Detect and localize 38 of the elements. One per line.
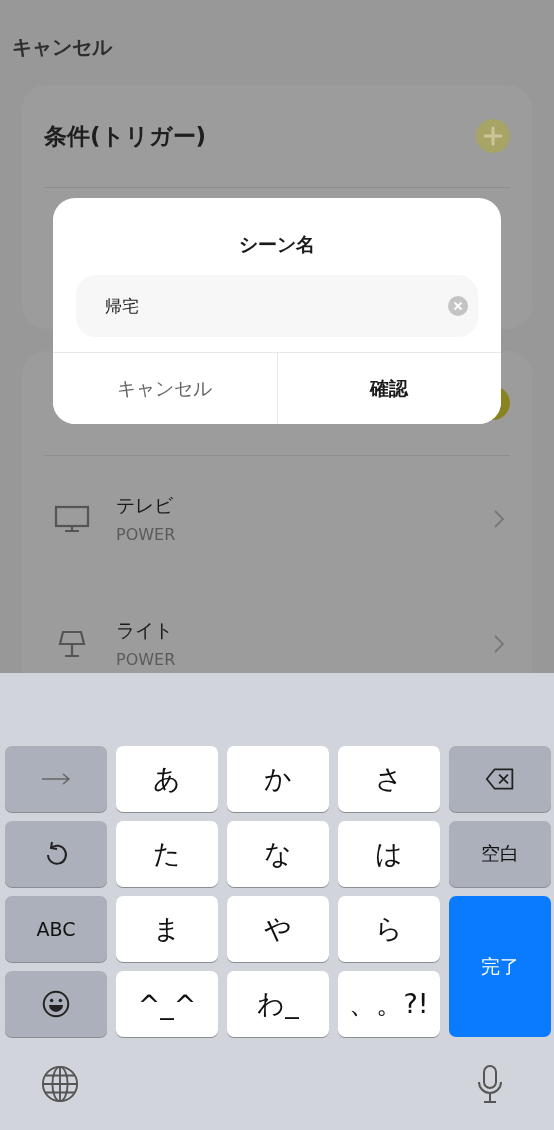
chevron-icon xyxy=(494,634,504,653)
kana-key[interactable]: は xyxy=(338,821,440,887)
section-title: 条件(トリガー) xyxy=(44,121,207,151)
kana-key[interactable]: さ xyxy=(338,746,440,812)
dialog-title: シーン名 xyxy=(239,232,315,257)
chevron-icon xyxy=(494,509,504,528)
add-icon[interactable] xyxy=(476,119,510,153)
kana-key[interactable]: か xyxy=(227,746,329,812)
kana-key[interactable]: た xyxy=(116,821,218,887)
space-key[interactable]: 空白 xyxy=(449,821,551,887)
device-name: ライト xyxy=(116,618,174,643)
cancel-button[interactable]: キャンセル xyxy=(53,353,278,424)
kana-key[interactable]: ま xyxy=(116,896,218,962)
kana-key[interactable]: ^_^ xyxy=(116,971,218,1037)
clear-icon[interactable] xyxy=(448,296,468,316)
kana-key[interactable]: 、。?! xyxy=(338,971,440,1037)
abc-key[interactable]: ABC xyxy=(5,896,107,962)
backspace-icon xyxy=(485,765,515,793)
kana-key[interactable]: や xyxy=(227,896,329,962)
name-field[interactable]: 帰宅 xyxy=(76,275,478,337)
delete-key[interactable] xyxy=(449,746,551,812)
kana-key[interactable]: わ_ xyxy=(227,971,329,1037)
cancel-link[interactable]: キャンセル xyxy=(12,34,112,61)
kana-key[interactable]: な xyxy=(227,821,329,887)
monitor-icon xyxy=(54,504,90,533)
done-key[interactable]: 完了 xyxy=(449,896,551,1037)
microphone-icon[interactable] xyxy=(476,1063,504,1104)
smiley-icon xyxy=(41,990,71,1018)
device-row[interactable]: ライト POWER xyxy=(44,581,510,673)
kana-key[interactable]: あ xyxy=(116,746,218,812)
emoji-key[interactable] xyxy=(5,971,107,1037)
device-row[interactable]: テレビ POWER xyxy=(44,456,510,581)
device-command: POWER xyxy=(116,525,177,544)
globe-icon[interactable] xyxy=(41,1064,79,1103)
device-command: POWER xyxy=(116,650,177,669)
device-name: テレビ xyxy=(116,493,174,518)
undo-key[interactable] xyxy=(5,821,107,887)
kana-key[interactable]: ら xyxy=(338,896,440,962)
